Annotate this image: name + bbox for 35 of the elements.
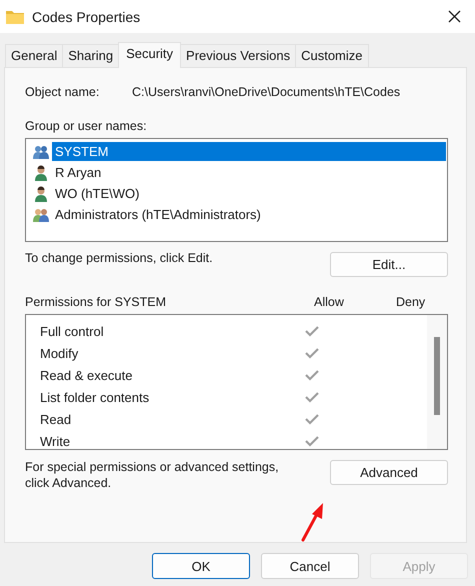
permission-name: List folder contents — [40, 390, 150, 404]
user-item[interactable]: WO (hTE\WO) — [52, 184, 142, 203]
scroll-thumb[interactable] — [434, 337, 440, 415]
tab[interactable]: Security — [118, 42, 182, 68]
user-icon — [33, 164, 49, 180]
permission-name: Full control — [40, 324, 105, 338]
scrollbar[interactable] — [427, 315, 447, 449]
object-name-value: C:\Users\ranvi\OneDrive\Documents\hTE\Codes — [132, 85, 400, 99]
users-icon — [33, 206, 49, 222]
window-title: Codes Properties — [32, 8, 142, 24]
edit-hint: To change permissions, click Edit. — [25, 251, 213, 265]
permission-name: Read & execute — [40, 368, 134, 382]
user-item[interactable]: SYSTEM — [52, 142, 446, 161]
user-item[interactable]: Administrators (hTE\Administrators) — [52, 205, 264, 224]
user-list[interactable]: SYSTEM R Aryan WO (hTE\WO) Administrators (hTE\Administrators) — [25, 138, 448, 242]
close-icon[interactable] — [448, 10, 461, 23]
dialog-button[interactable]: Cancel — [261, 553, 359, 579]
tab[interactable]: Customize — [295, 44, 369, 67]
object-name-label: Object name: — [25, 85, 100, 99]
permission-name: Read — [40, 412, 72, 426]
permission-name: Write — [40, 434, 72, 448]
user-item[interactable]: R Aryan — [52, 163, 104, 182]
permissions-label: Permissions for SYSTEM — [25, 295, 168, 309]
dialog-button[interactable]: OK — [152, 553, 250, 579]
group-label: Group or user names: — [25, 119, 148, 133]
advanced-button[interactable]: Advanced — [330, 460, 448, 485]
folder-icon — [6, 10, 24, 24]
users-icon — [33, 144, 49, 160]
advanced-hint: For special permissions or advanced settings, click Advanced. — [25, 459, 280, 491]
user-icon — [33, 186, 49, 202]
deny-heading: Deny — [396, 295, 426, 309]
permission-name: Modify — [40, 346, 80, 360]
allow-heading: Allow — [314, 295, 345, 309]
tab[interactable]: General — [5, 44, 64, 67]
edit-button[interactable]: Edit... — [330, 252, 448, 277]
